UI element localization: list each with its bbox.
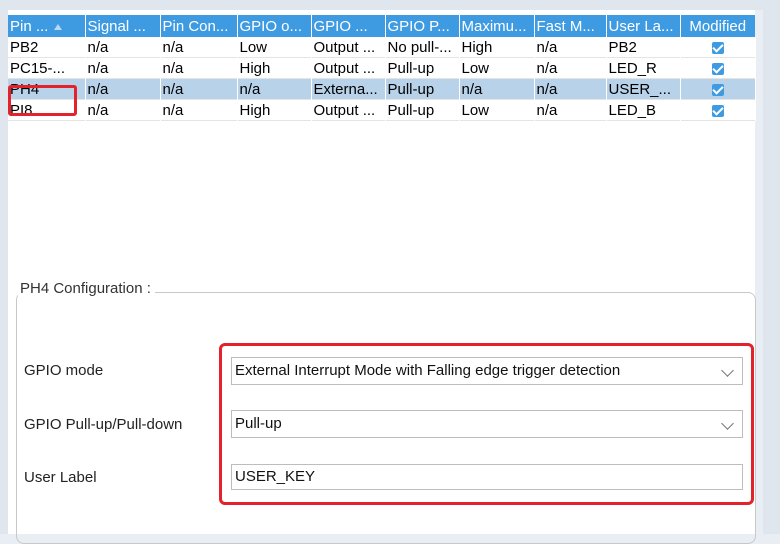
table-row[interactable]: PC15-... n/a n/a High Output ... Pull-up…: [8, 57, 756, 79]
cell-fast-mode: n/a: [534, 57, 607, 79]
cell-pin-context: n/a: [160, 78, 238, 100]
cell-modified: [680, 57, 756, 79]
checked-checkbox-icon[interactable]: [711, 83, 724, 96]
column-header-pin-context[interactable]: Pin Con...: [160, 15, 238, 37]
table-header-row: Pin ... Signal ... Pin Con... GPIO o... …: [8, 15, 755, 37]
cell-gpio-output: High: [237, 57, 312, 79]
column-header-gpio-pull[interactable]: GPIO P...: [385, 15, 460, 37]
cell-signal: n/a: [85, 78, 161, 100]
gpio-pull-label: GPIO Pull-up/Pull-down: [24, 416, 183, 433]
sort-ascending-icon[interactable]: [54, 23, 63, 30]
cell-fast-mode: n/a: [534, 78, 607, 100]
cell-modified: [680, 37, 756, 58]
cell-pin: PB2: [8, 37, 86, 58]
cell-gpio-pull: No pull-...: [385, 37, 460, 58]
cell-fast-mode: n/a: [534, 99, 607, 121]
cell-user-label: PB2: [606, 37, 681, 58]
cell-max-speed: Low: [459, 99, 535, 121]
cell-gpio-mode: Output ...: [311, 37, 386, 58]
column-header-maximum-speed[interactable]: Maximu...: [459, 15, 535, 37]
cell-max-speed: n/a: [459, 78, 535, 100]
cell-pin-context: n/a: [160, 99, 238, 121]
column-header-gpio-mode[interactable]: GPIO ...: [311, 15, 386, 37]
pin-configuration-title: PH4 Configuration :: [18, 280, 155, 297]
cell-gpio-pull: Pull-up: [385, 57, 460, 79]
cell-pin: PC15-...: [8, 57, 86, 79]
gpio-mode-label: GPIO mode: [24, 362, 104, 379]
checked-checkbox-icon[interactable]: [711, 41, 724, 54]
table-row[interactable]: PI8 n/a n/a High Output ... Pull-up Low …: [8, 99, 756, 121]
cell-gpio-output: High: [237, 99, 312, 121]
window-frame-right: [763, 0, 780, 534]
column-header-modified[interactable]: Modified: [680, 15, 755, 37]
checked-checkbox-icon[interactable]: [711, 104, 724, 117]
table-row-selected[interactable]: PH4 n/a n/a n/a Externa... Pull-up n/a n…: [8, 78, 756, 100]
column-header-user-label[interactable]: User La...: [606, 15, 681, 37]
cell-max-speed: High: [459, 37, 535, 58]
highlight-box-selected-pin: [8, 85, 77, 116]
column-header-fast-mode[interactable]: Fast M...: [534, 15, 607, 37]
cell-gpio-mode: Output ...: [311, 99, 386, 121]
cell-modified: [680, 99, 756, 121]
checked-checkbox-icon[interactable]: [711, 62, 724, 75]
column-header-gpio-output[interactable]: GPIO o...: [237, 15, 312, 37]
column-header-pin[interactable]: Pin ...: [8, 15, 86, 37]
cell-user-label: LED_R: [606, 57, 681, 79]
user-label-label: User Label: [24, 469, 97, 486]
cell-signal: n/a: [85, 37, 161, 58]
cell-pin-context: n/a: [160, 37, 238, 58]
table-row[interactable]: PB2 n/a n/a Low Output ... No pull-... H…: [8, 37, 756, 58]
cell-user-label: USER_...: [606, 78, 681, 100]
cell-signal: n/a: [85, 57, 161, 79]
cell-gpio-output: n/a: [237, 78, 312, 100]
cell-modified: [680, 78, 756, 100]
cell-pin-context: n/a: [160, 57, 238, 79]
cell-fast-mode: n/a: [534, 37, 607, 58]
column-header-signal[interactable]: Signal ...: [85, 15, 161, 37]
pin-config-table: Pin ... Signal ... Pin Con... GPIO o... …: [8, 15, 756, 121]
cell-gpio-mode: Externa...: [311, 78, 386, 100]
cell-signal: n/a: [85, 99, 161, 121]
cell-gpio-mode: Output ...: [311, 57, 386, 79]
cell-gpio-pull: Pull-up: [385, 99, 460, 121]
window-frame-left: [0, 0, 8, 534]
cell-gpio-pull: Pull-up: [385, 78, 460, 100]
cell-gpio-output: Low: [237, 37, 312, 58]
cell-max-speed: Low: [459, 57, 535, 79]
cell-user-label: LED_B: [606, 99, 681, 121]
highlight-box-config-fields: [219, 343, 754, 505]
window-frame-top: [0, 0, 780, 10]
